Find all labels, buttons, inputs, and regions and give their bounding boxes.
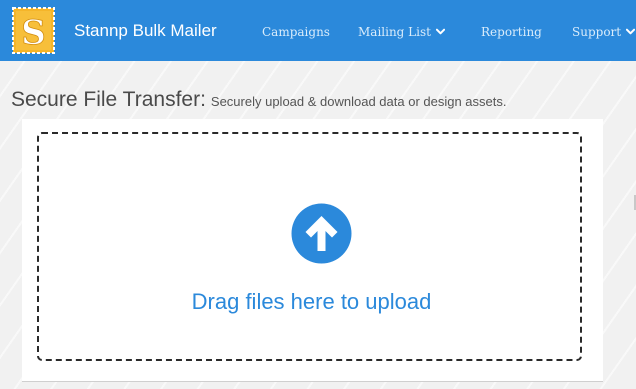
nav-campaigns[interactable]: Campaigns	[262, 24, 330, 40]
nav-campaigns-label: Campaigns	[262, 25, 330, 39]
stannp-logo-icon[interactable]: S	[12, 7, 55, 54]
brand-name[interactable]: Stannp Bulk Mailer	[74, 20, 217, 42]
nav-mailing-list-label: Mailing List	[358, 25, 431, 39]
nav-mailing-list[interactable]: Mailing List	[358, 24, 445, 40]
nav-support[interactable]: Support	[572, 24, 636, 40]
page-subtitle: Securely upload & download data or desig…	[210, 94, 507, 109]
chevron-down-icon	[626, 28, 636, 35]
file-dropzone[interactable]: Drag files here to upload	[37, 132, 582, 361]
top-navbar: S Stannp Bulk Mailer Campaigns Mailing L…	[0, 0, 636, 61]
dropzone-label[interactable]: Drag files here to upload	[39, 288, 584, 316]
nav-reporting[interactable]: Reporting	[481, 24, 542, 40]
page-title: Secure File Transfer:	[11, 88, 206, 111]
nav-reporting-label: Reporting	[481, 25, 542, 39]
arrow-up-circle-icon[interactable]	[291, 203, 352, 264]
upload-panel: Drag files here to upload	[22, 119, 603, 382]
nav-support-label: Support	[572, 25, 622, 39]
page-header: Secure File Transfer: Securely upload & d…	[11, 88, 507, 112]
chevron-down-icon	[435, 28, 445, 35]
svg-text:S: S	[21, 13, 46, 53]
